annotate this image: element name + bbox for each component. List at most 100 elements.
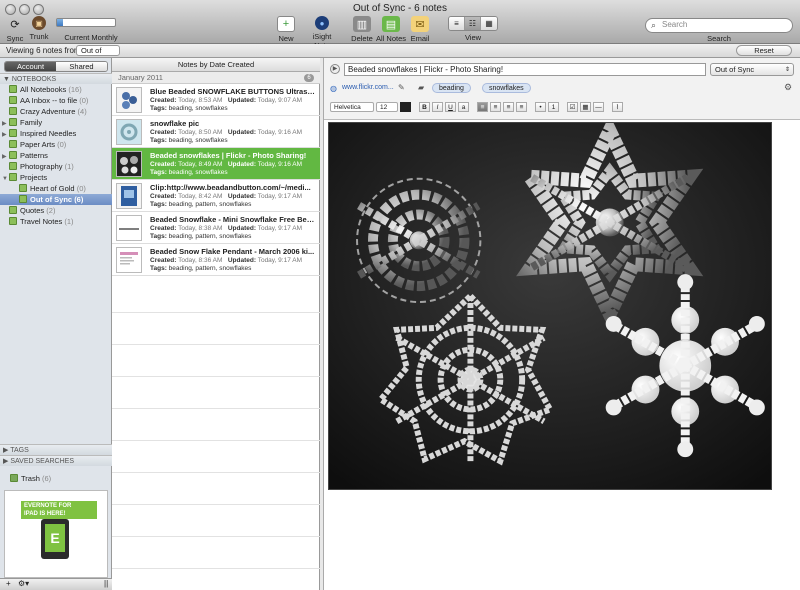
created-label: Created: [150,257,177,264]
text-color-icon[interactable] [400,101,411,112]
tag-chip-beading[interactable]: beading [432,83,471,93]
note-list-sort-header[interactable]: Notes by Date Created [112,58,320,72]
italic-button[interactable]: I [432,101,443,112]
notebook-count: (0) [76,184,86,193]
bold-button[interactable]: B [419,101,430,112]
numbered-list-icon[interactable]: 1 [548,101,559,112]
notebook-label: Inspired Needles [20,129,77,138]
stack-icon [9,129,17,137]
updated-value: Today, 9:17 AM [257,193,303,200]
sidebar-item-all-notebooks[interactable]: All Notebooks (16) [2,84,82,95]
notebooks-header[interactable]: ▼ NOTEBOOKS [0,73,112,84]
ipad-promo-banner[interactable]: EVERNOTE FOR IPAD IS HERE! E [4,490,108,578]
note-item-selected[interactable]: Beaded snowflakes | Flickr - Photo Shari… [112,148,320,180]
note-notebook-select[interactable]: Out of Sync ⇕ [710,63,794,76]
camera-icon: ● [315,16,329,30]
note-item[interactable]: Beaded Snowflake - Mini Snowflake Free B… [112,212,320,244]
note-title: Blue Beaded SNOWFLAKE BUTTONS Ultrasued.… [150,87,316,96]
notebook-label: Photography [20,162,63,171]
sidebar-item-travel-notes[interactable]: Travel Notes (1) [2,216,74,227]
note-title-input[interactable]: Beaded snowflakes | Flickr - Photo Shari… [344,63,706,76]
play-icon[interactable]: ▶ [330,64,340,74]
note-item[interactable]: Blue Beaded SNOWFLAKE BUTTONS Ultrasued.… [112,84,320,116]
all-notes-button[interactable]: ▤ All Notes [376,16,406,43]
tags-value: beading, pattern, snowflakes [168,201,252,208]
note-tags: Tags: beading, snowflakes [150,169,316,176]
sidebar-item-aa-inbox[interactable]: AA Inbox -- to file (0) [2,95,88,106]
notebook-count: (0) [79,96,89,105]
email-label: Email [410,34,430,43]
sync-button[interactable]: ⟳ Sync [4,16,26,44]
notebook-filter-select[interactable]: Out of Sync [76,45,120,65]
sidebar-item-paper-arts[interactable]: Paper Arts (0) [2,139,66,150]
tab-shared[interactable]: Shared [56,62,107,71]
note-item[interactable]: snowflake pic Created: Today, 8:50 AM Up… [112,116,320,148]
font-select[interactable]: Helvetica [330,101,374,112]
sidebar-item-photography[interactable]: Photography (1) [2,161,74,172]
reset-button[interactable]: Reset [736,45,792,56]
list-divider [112,344,320,345]
notebook-count: (4) [77,107,87,116]
note-item[interactable]: Beaded Snow Flake Pendant - March 2006 k… [112,244,320,276]
align-left-icon[interactable]: ≡ [477,101,488,112]
tags-value: beading, snowflakes [168,137,228,144]
horizontal-rule-icon[interactable]: — [593,101,604,112]
view-label: View [464,33,482,42]
notebook-count: (6) [74,195,84,204]
tags-value: beading, snowflakes [168,169,228,176]
tags-header[interactable]: ▶ TAGS [0,444,112,455]
note-thumbnail [116,87,142,113]
sidebar-item-out-of-sync[interactable]: Out of Sync (6) [0,194,112,205]
trunk-button[interactable]: ▣ Trunk [26,16,52,41]
delete-button[interactable]: ▥ Delete [350,16,374,43]
search-icon: ⌕ [651,20,657,30]
source-url-link[interactable]: www.flickr.com... [342,84,394,91]
align-center-icon[interactable]: ≡ [490,101,501,112]
note-dates: Created: Today, 8:53 AM Updated: Today, … [150,97,316,104]
created-label: Created: [150,97,177,104]
sidebar-item-inspired-needles[interactable]: ▶ Inspired Needles [2,128,76,139]
sidebar-item-crazy-adventure[interactable]: Crazy Adventure (4) [2,106,87,117]
card-view-icon[interactable]: ▦ [481,17,497,30]
info-icon[interactable]: ⚙ [784,82,792,93]
sidebar-item-quotes[interactable]: Quotes (2) [2,205,55,216]
sidebar-item-family[interactable]: ▶ Family [2,117,42,128]
justify-icon[interactable]: ≡ [516,101,527,112]
tags-label: Tags: [150,169,167,176]
attachment-icon[interactable]: ⌇ [612,101,623,112]
table-icon[interactable]: ▦ [580,101,591,112]
bullet-list-icon[interactable]: • [535,101,546,112]
gear-icon[interactable]: ⚙▾ [18,579,29,588]
note-title: snowflake pic [150,119,200,128]
sidebar-item-heart-of-gold[interactable]: Heart of Gold (0) [12,183,86,194]
sidebar-item-projects[interactable]: ▼ Projects [2,172,47,183]
resize-handle-icon[interactable]: || [104,579,108,588]
tag-icon: ▰ [418,83,425,92]
add-icon[interactable]: + [6,579,11,588]
align-right-icon[interactable]: ≡ [503,101,514,112]
search-input[interactable]: ⌕ Search [645,18,793,33]
pencil-icon[interactable]: ✎ [398,83,405,92]
underline-button[interactable]: U [445,101,456,112]
tab-account[interactable]: Account [5,62,56,71]
sidebar-item-trash[interactable]: Trash (6) [10,474,51,483]
promo-line-2: IPAD IS HERE! [24,511,66,517]
font-size-select[interactable]: 12 [376,101,398,112]
note-item[interactable]: Clip:http://www.beadandbutton.com/~/medi… [112,180,320,212]
checkbox-icon[interactable]: ☑ [567,101,578,112]
monthly-usage-bar [56,18,116,27]
list-view-icon[interactable]: ≡ [449,17,465,30]
notebook-label: Crazy Adventure [20,107,76,116]
saved-searches-header[interactable]: ▶ SAVED SEARCHES [0,455,112,466]
chevron-down-icon: ▼ [3,76,12,83]
email-button[interactable]: ✉ Email [408,16,432,43]
format-toolbar: Helvetica 12 B I U a ≡ ≡ ≡ ≡ • 1 ☑ ▦ — ⌇ [330,101,623,112]
sidebar-item-patterns[interactable]: ▶ Patterns [2,150,48,161]
list-divider [112,408,320,409]
notebook-icon [9,107,17,115]
disclosure-down-icon[interactable]: ▼ [2,174,9,185]
tag-chip-snowflakes[interactable]: snowflakes [482,83,531,93]
ipad-icon: E [41,519,69,559]
snippet-view-icon[interactable]: ☷ [465,17,481,30]
strikethrough-icon[interactable]: a [458,101,469,112]
